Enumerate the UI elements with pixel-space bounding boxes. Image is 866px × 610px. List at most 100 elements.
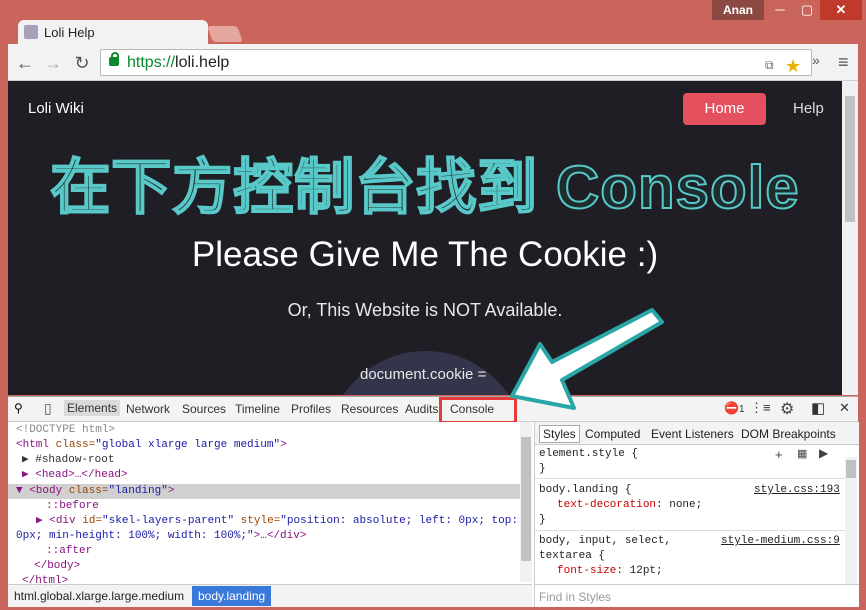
dom-line-body[interactable]: ▼ <body class="landing"> xyxy=(16,484,174,499)
reload-icon[interactable]: ↻ xyxy=(71,52,93,74)
attr: class= xyxy=(62,485,109,497)
home-button[interactable]: Home xyxy=(683,93,766,125)
tab-computed[interactable]: Computed xyxy=(585,427,640,441)
tag: ▼ <body xyxy=(16,485,63,497)
tab-audits[interactable]: Audits xyxy=(405,402,438,416)
styles-pane: Styles Computed Event Listeners DOM Brea… xyxy=(534,422,859,607)
inspect-search-icon[interactable]: ⚲ xyxy=(14,401,23,415)
breadcrumb-body[interactable]: body.landing xyxy=(192,586,272,606)
tab-network[interactable]: Network xyxy=(126,402,170,416)
back-icon[interactable]: ← xyxy=(14,52,36,74)
settings-icon[interactable]: ⚙ xyxy=(780,399,794,419)
forward-icon[interactable]: → xyxy=(42,52,64,74)
rule-source-link[interactable]: style-medium.css:9 xyxy=(721,535,840,547)
add-style-icon[interactable]: + xyxy=(775,447,783,462)
browser-tab[interactable]: Loli Help xyxy=(18,20,208,45)
tab-profiles[interactable]: Profiles xyxy=(291,402,331,416)
prop-value: : 12pt; xyxy=(616,565,663,577)
favicon-icon xyxy=(24,25,38,39)
rule-source-link[interactable]: style.css:193 xyxy=(754,484,840,496)
rule-property[interactable]: font-size: 12pt; xyxy=(557,565,663,577)
devtools-panel: ⚲ ▯ Elements Network Sources Timeline Pr… xyxy=(8,396,859,607)
tag: ▶ <div xyxy=(36,515,76,527)
element-state-icon[interactable]: ▦ xyxy=(797,447,807,460)
attr-value: 0px; min-height: 100%; width: 100%;" xyxy=(16,530,254,542)
tab-timeline[interactable]: Timeline xyxy=(235,402,280,416)
close-window-button[interactable]: ✕ xyxy=(820,0,862,20)
rule-element-style-close: } xyxy=(539,463,546,475)
tab-elements[interactable]: Elements xyxy=(64,400,121,416)
site-brand[interactable]: Loli Wiki xyxy=(28,100,84,117)
prop-name: text-decoration xyxy=(557,499,657,511)
rule-body-input[interactable]: body, input, select, xyxy=(539,535,671,547)
rule-body-landing[interactable]: body.landing { xyxy=(539,484,631,496)
error-count: 1 xyxy=(738,404,745,415)
dom-line-div-cont[interactable]: 0px; min-height: 100%; width: 100%;">…</… xyxy=(16,529,306,544)
dom-line-body-close[interactable]: </body> xyxy=(34,559,80,574)
rule-textarea[interactable]: textarea { xyxy=(539,550,605,562)
dom-line-after[interactable]: ::after xyxy=(46,544,92,559)
profile-badge[interactable]: Anan xyxy=(712,0,764,20)
url-scheme: https:// xyxy=(127,54,176,71)
menu-icon[interactable]: ≡ xyxy=(838,52,849,73)
dom-line-html[interactable]: <html class="global xlarge large medium"… xyxy=(16,438,287,453)
bookmark-star-icon[interactable]: ★ xyxy=(785,56,801,77)
tab-dom-breakpoints[interactable]: DOM Breakpoints xyxy=(741,427,836,441)
rule-property[interactable]: text-decoration: none; xyxy=(557,499,702,511)
lock-icon xyxy=(109,52,119,66)
browser-toolbar: ← → ↻ https://loli.help ⧉ ★ » ≡ xyxy=(8,44,858,81)
dom-line-before[interactable]: ::before xyxy=(46,499,99,514)
find-placeholder: Find in Styles xyxy=(539,590,612,604)
tag-end: >…</div> xyxy=(253,530,307,542)
translate-icon[interactable]: ⧉ xyxy=(765,58,774,73)
tab-sources[interactable]: Sources xyxy=(182,402,226,416)
prop-value: : none; xyxy=(656,499,703,511)
extensions-overflow-icon[interactable]: » xyxy=(812,52,820,68)
styles-tabbar: Styles Computed Event Listeners DOM Brea… xyxy=(535,422,859,445)
help-link[interactable]: Help xyxy=(793,100,824,117)
url-host: loli.help xyxy=(175,54,230,71)
prop-name: font-size xyxy=(557,565,617,577)
rule-close: } xyxy=(539,514,546,526)
dom-line-doctype[interactable]: <!DOCTYPE html> xyxy=(16,423,115,438)
attr: style= xyxy=(234,515,281,527)
tag: <html xyxy=(16,439,50,451)
tab-resources[interactable]: Resources xyxy=(341,402,398,416)
devtools-toolbar: ⚲ ▯ Elements Network Sources Timeline Pr… xyxy=(8,397,858,422)
new-tab-button[interactable] xyxy=(207,26,243,42)
minimize-button[interactable]: ─ xyxy=(766,0,794,20)
maximize-button[interactable]: ▢ xyxy=(794,0,820,20)
rule-separator xyxy=(535,530,845,531)
find-in-styles-input[interactable]: Find in Styles xyxy=(535,584,859,607)
breadcrumb-html[interactable]: html.global.xlarge.large.medium xyxy=(14,589,184,603)
tag-end: > xyxy=(167,485,175,497)
styles-scrollbar-thumb[interactable] xyxy=(846,460,856,478)
rule-separator xyxy=(535,478,845,479)
dom-scrollbar-thumb[interactable] xyxy=(521,437,531,561)
dom-tree: <!DOCTYPE html> <html class="global xlar… xyxy=(8,422,532,587)
error-icon[interactable]: ⛔1 xyxy=(724,401,745,415)
drawer-toggle-icon[interactable]: ⋮≡ xyxy=(750,400,771,416)
tab-styles[interactable]: Styles xyxy=(539,425,580,443)
page-viewport: document.cookie = Loli Wiki Home Help 在下… xyxy=(8,81,842,395)
toggle-state-icon[interactable]: ▶ xyxy=(819,446,828,460)
dom-line-div[interactable]: ▶ <div id="skel-layers-parent" style="po… xyxy=(36,514,518,529)
close-devtools-icon[interactable]: ✕ xyxy=(839,400,850,416)
dom-line-head[interactable]: ▶ <head>…</head> xyxy=(22,468,128,483)
dock-side-icon[interactable]: ◧ xyxy=(811,399,825,417)
attr-value: "landing" xyxy=(108,485,168,497)
page-subline: Or, This Website is NOT Available. xyxy=(287,300,563,320)
attr-value: "skel-layers-parent" xyxy=(102,515,235,527)
dom-line-shadow-root[interactable]: ▶ #shadow-root xyxy=(22,453,114,468)
page-scrollbar-thumb[interactable] xyxy=(845,96,855,222)
tab-title: Loli Help xyxy=(44,25,95,40)
breadcrumb: html.global.xlarge.large.medium body.lan… xyxy=(8,584,532,607)
url-text[interactable]: https://loli.help xyxy=(127,54,229,72)
attr: class= xyxy=(49,439,96,451)
device-mode-icon[interactable]: ▯ xyxy=(44,400,52,417)
address-bar[interactable]: https://loli.help ⧉ ★ xyxy=(100,49,812,76)
rule-element-style[interactable]: element.style { xyxy=(539,448,638,460)
window-title-bar: Loli Help Anan ─ ▢ ✕ xyxy=(0,0,866,45)
tab-event-listeners[interactable]: Event Listeners xyxy=(651,427,734,441)
overlay-annotation-title: 在下方控制台找到 Console xyxy=(49,153,800,222)
